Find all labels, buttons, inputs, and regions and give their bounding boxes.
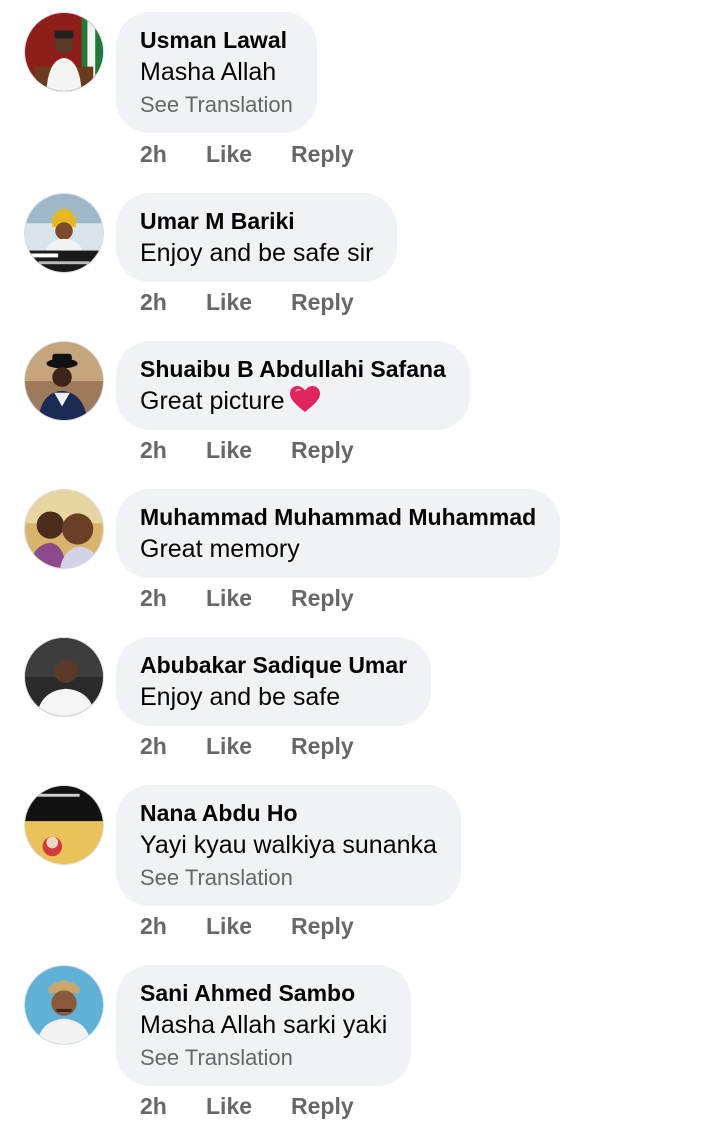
comment-text: Enjoy and be safe sir xyxy=(140,239,374,267)
comment-timestamp[interactable]: 2h xyxy=(140,435,167,465)
comment-bubble: Muhammad Muhammad Muhammad Great memory xyxy=(116,489,561,578)
avatar-photo xyxy=(25,342,103,420)
comment-timestamp[interactable]: 2h xyxy=(140,731,167,761)
comment-bubble: Sani Ahmed Sambo Masha Allah sarki yaki … xyxy=(116,965,412,1086)
comment-text: Yayi kyau walkiya sunanka xyxy=(140,831,437,859)
avatar-photo xyxy=(25,786,103,864)
comment-timestamp[interactable]: 2h xyxy=(140,139,167,169)
comment-text: Great picture xyxy=(140,384,446,418)
avatar[interactable] xyxy=(24,341,104,421)
see-translation-link[interactable]: See Translation xyxy=(140,1042,387,1074)
comment-text-content: Great picture xyxy=(140,387,285,415)
see-translation-link[interactable]: See Translation xyxy=(140,89,293,121)
comment-author[interactable]: Muhammad Muhammad Muhammad xyxy=(140,502,536,532)
comment-timestamp[interactable]: 2h xyxy=(140,911,167,941)
like-button[interactable]: Like xyxy=(206,731,252,761)
like-button[interactable]: Like xyxy=(206,287,252,317)
avatar[interactable] xyxy=(24,637,104,717)
avatar-photo xyxy=(25,490,103,568)
avatar-photo xyxy=(25,13,103,91)
comment-timestamp[interactable]: 2h xyxy=(140,583,167,613)
avatar[interactable] xyxy=(24,965,104,1045)
comment-bubble: Shuaibu B Abdullahi Safana Great picture xyxy=(116,341,470,430)
comment-author[interactable]: Abubakar Sadique Umar xyxy=(140,650,407,680)
comment-text: Great memory xyxy=(140,535,300,563)
reply-button[interactable]: Reply xyxy=(291,435,354,465)
comment-author[interactable]: Shuaibu B Abdullahi Safana xyxy=(140,354,446,384)
comment-bubble: Umar M Bariki Enjoy and be safe sir xyxy=(116,193,398,282)
reply-button[interactable]: Reply xyxy=(291,139,354,169)
red-heart-emoji-icon xyxy=(289,386,320,412)
like-button[interactable]: Like xyxy=(206,583,252,613)
comment-timestamp[interactable]: 2h xyxy=(140,287,167,317)
comment-bubble: Abubakar Sadique Umar Enjoy and be safe xyxy=(116,637,432,726)
comment-text: Enjoy and be safe xyxy=(140,683,341,711)
comment-author[interactable]: Nana Abdu Ho xyxy=(140,798,437,828)
reply-button[interactable]: Reply xyxy=(291,583,354,613)
comment-author[interactable]: Sani Ahmed Sambo xyxy=(140,978,387,1008)
comment-bubble: Usman Lawal Masha Allah See Translation xyxy=(116,12,317,133)
avatar-photo xyxy=(25,966,103,1044)
avatar[interactable] xyxy=(24,193,104,273)
like-button[interactable]: Like xyxy=(206,1091,252,1121)
avatar[interactable] xyxy=(24,785,104,865)
see-translation-link[interactable]: See Translation xyxy=(140,862,437,894)
comment-author[interactable]: Umar M Bariki xyxy=(140,206,373,236)
avatar[interactable] xyxy=(24,489,104,569)
like-button[interactable]: Like xyxy=(206,911,252,941)
avatar-photo xyxy=(25,638,103,716)
avatar-photo xyxy=(25,194,103,272)
reply-button[interactable]: Reply xyxy=(291,731,354,761)
reply-button[interactable]: Reply xyxy=(291,911,354,941)
avatar[interactable] xyxy=(24,12,104,92)
comment-author[interactable]: Usman Lawal xyxy=(140,25,293,55)
like-button[interactable]: Like xyxy=(206,435,252,465)
comment-bubble: Nana Abdu Ho Yayi kyau walkiya sunanka S… xyxy=(116,785,461,906)
like-button[interactable]: Like xyxy=(206,139,252,169)
reply-button[interactable]: Reply xyxy=(291,1091,354,1121)
comment-text: Masha Allah xyxy=(140,58,277,86)
comment-timestamp[interactable]: 2h xyxy=(140,1091,167,1121)
comment-text: Masha Allah sarki yaki xyxy=(140,1011,388,1039)
reply-button[interactable]: Reply xyxy=(291,287,354,317)
